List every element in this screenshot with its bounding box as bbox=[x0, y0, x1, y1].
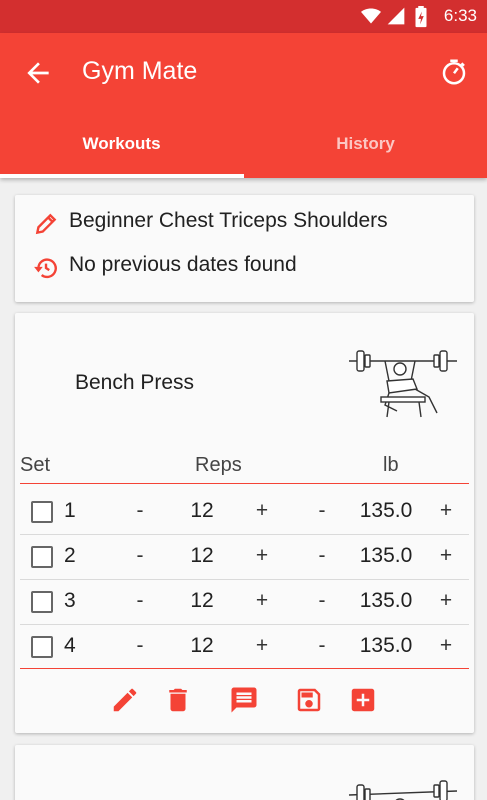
tab-indicator bbox=[0, 174, 244, 178]
set-complete-checkbox[interactable] bbox=[31, 636, 53, 658]
reps-value[interactable]: 12 bbox=[180, 634, 224, 658]
exercise-name: Bench Press bbox=[75, 371, 195, 394]
tab-history[interactable]: History bbox=[244, 123, 487, 178]
weight-value[interactable]: 135.0 bbox=[348, 499, 424, 523]
timer-icon[interactable] bbox=[439, 57, 469, 87]
reps-increase-button[interactable]: + bbox=[250, 544, 274, 568]
reps-decrease-button[interactable]: - bbox=[128, 634, 152, 658]
reps-increase-button[interactable]: + bbox=[250, 499, 274, 523]
exercise-card: Bench Press Set Reps lb 1 - 12 + - 135.0… bbox=[15, 313, 474, 733]
weight-value[interactable]: 135.0 bbox=[348, 634, 424, 658]
reps-column-header: Reps bbox=[195, 454, 242, 476]
battery-charging-icon bbox=[415, 6, 427, 28]
status-time: 6:33 bbox=[443, 6, 477, 25]
weight-column-header: lb bbox=[383, 454, 399, 476]
reps-decrease-button[interactable]: - bbox=[128, 544, 152, 568]
next-exercise-card bbox=[15, 745, 474, 800]
weight-decrease-button[interactable]: - bbox=[310, 634, 334, 658]
exercise-illustration bbox=[348, 780, 458, 800]
footer-divider bbox=[20, 668, 469, 669]
weight-increase-button[interactable]: + bbox=[434, 544, 458, 568]
set-row: 2 - 12 + - 135.0 + bbox=[20, 535, 469, 580]
app-bar: Gym Mate Workouts History bbox=[0, 33, 487, 178]
set-number: 1 bbox=[64, 499, 76, 522]
reps-increase-button[interactable]: + bbox=[250, 634, 274, 658]
set-number: 2 bbox=[64, 544, 76, 567]
set-number: 3 bbox=[64, 589, 76, 612]
edit-icon[interactable] bbox=[110, 685, 140, 715]
weight-value[interactable]: 135.0 bbox=[348, 544, 424, 568]
reps-decrease-button[interactable]: - bbox=[128, 499, 152, 523]
tab-bar: Workouts History bbox=[0, 123, 487, 178]
set-column-header: Set bbox=[20, 454, 51, 476]
workout-info-card: Beginner Chest Triceps Shoulders No prev… bbox=[15, 195, 474, 302]
set-complete-checkbox[interactable] bbox=[31, 591, 53, 613]
reps-decrease-button[interactable]: - bbox=[128, 589, 152, 613]
weight-increase-button[interactable]: + bbox=[434, 589, 458, 613]
history-note: No previous dates found bbox=[69, 253, 297, 276]
weight-value[interactable]: 135.0 bbox=[348, 589, 424, 613]
save-icon[interactable] bbox=[294, 685, 324, 715]
reps-value[interactable]: 12 bbox=[180, 499, 224, 523]
header-divider bbox=[20, 483, 469, 484]
set-row: 1 - 12 + - 135.0 + bbox=[20, 490, 469, 535]
reps-increase-button[interactable]: + bbox=[250, 589, 274, 613]
set-complete-checkbox[interactable] bbox=[31, 546, 53, 568]
set-number: 4 bbox=[64, 634, 76, 657]
workout-name: Beginner Chest Triceps Shoulders bbox=[69, 209, 388, 232]
reps-value[interactable]: 12 bbox=[180, 589, 224, 613]
set-row: 3 - 12 + - 135.0 + bbox=[20, 580, 469, 625]
set-complete-checkbox[interactable] bbox=[31, 501, 53, 523]
reps-value[interactable]: 12 bbox=[180, 544, 224, 568]
weight-increase-button[interactable]: + bbox=[434, 634, 458, 658]
comment-icon[interactable] bbox=[229, 685, 259, 715]
weight-decrease-button[interactable]: - bbox=[310, 589, 334, 613]
set-row: 4 - 12 + - 135.0 + bbox=[20, 625, 469, 670]
bench-press-illustration bbox=[349, 350, 457, 418]
weight-decrease-button[interactable]: - bbox=[310, 544, 334, 568]
tab-workouts[interactable]: Workouts bbox=[0, 123, 243, 178]
wifi-icon bbox=[361, 8, 381, 24]
history-icon bbox=[34, 258, 57, 279]
status-bar: 6:33 bbox=[0, 0, 487, 33]
weight-increase-button[interactable]: + bbox=[434, 499, 458, 523]
exercise-actions bbox=[15, 685, 474, 721]
signal-icon bbox=[387, 7, 405, 25]
weight-decrease-button[interactable]: - bbox=[310, 499, 334, 523]
delete-icon[interactable] bbox=[163, 685, 193, 715]
pencil-icon bbox=[35, 213, 57, 235]
back-arrow-icon[interactable] bbox=[22, 57, 54, 89]
add-set-icon[interactable] bbox=[348, 685, 378, 715]
app-title: Gym Mate bbox=[82, 57, 198, 85]
